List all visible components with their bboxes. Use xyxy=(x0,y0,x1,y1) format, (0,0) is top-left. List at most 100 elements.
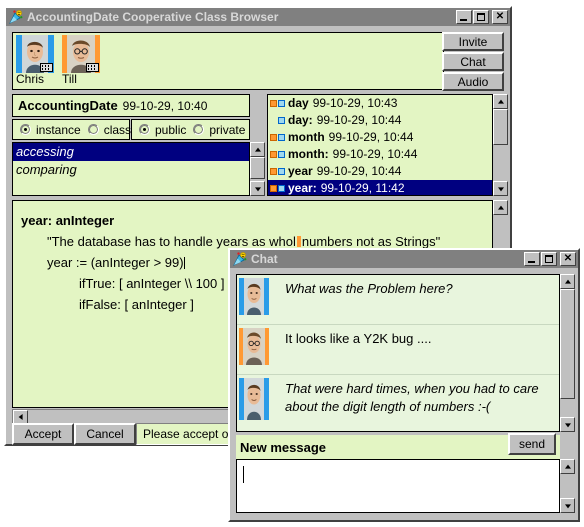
send-button[interactable]: send xyxy=(508,433,556,455)
chat-message: It looks like a Y2K bug .... xyxy=(237,325,559,375)
scroll-up-button[interactable] xyxy=(250,142,265,157)
method-name: day xyxy=(288,96,309,110)
method-visibility-icons xyxy=(270,168,288,175)
minimize-icon[interactable] xyxy=(456,10,472,24)
method-visibility-icons xyxy=(270,117,288,124)
keyboard-icon xyxy=(86,63,99,72)
list-item[interactable]: accessing xyxy=(13,143,249,161)
remote-caret-icon xyxy=(296,236,301,247)
visibility-radio-group: public private xyxy=(131,119,250,140)
avatar[interactable] xyxy=(16,35,54,73)
chat-message-text: It looks like a Y2K bug .... xyxy=(285,331,432,346)
participant-till[interactable]: Till xyxy=(62,35,104,86)
radio-instance[interactable]: instance xyxy=(20,123,81,137)
list-item[interactable]: comparing xyxy=(13,161,249,179)
method-visibility-icons xyxy=(270,185,288,192)
scroll-up-button[interactable] xyxy=(493,200,508,215)
radio-label: instance xyxy=(36,122,81,137)
orange-square-icon xyxy=(270,134,277,141)
chat-window-controls: ✕ xyxy=(523,252,576,266)
main-window-controls: ✕ xyxy=(455,10,508,24)
chat-button[interactable]: Chat xyxy=(442,52,504,71)
avatar xyxy=(239,378,269,420)
list-item[interactable]: month: 99-10-29, 10:44 xyxy=(268,146,492,163)
invite-button[interactable]: Invite xyxy=(442,32,504,51)
orange-square-icon xyxy=(270,100,277,107)
comment-before-caret: "The database has to handle years as who… xyxy=(47,234,296,249)
scroll-thumb[interactable] xyxy=(560,289,575,399)
minimize-icon[interactable] xyxy=(524,252,540,266)
list-item[interactable]: year: 99-10-29, 11:42 xyxy=(268,180,492,195)
audio-button[interactable]: Audio xyxy=(442,72,504,91)
chat-window[interactable]: Chat ✕ What was the Problem here? It loo… xyxy=(228,248,580,522)
radio-dot-icon xyxy=(20,124,31,135)
radio-public[interactable]: public xyxy=(139,123,186,137)
radio-dot-icon xyxy=(87,124,99,135)
blue-square-icon xyxy=(278,117,285,124)
scroll-thumb[interactable] xyxy=(493,109,508,145)
method-list-scrollbar[interactable] xyxy=(493,94,508,196)
maximize-icon[interactable] xyxy=(541,252,557,266)
chat-titlebar[interactable]: Chat ✕ xyxy=(230,250,578,268)
main-titlebar[interactable]: AccountingDate Cooperative Class Browser… xyxy=(6,8,510,26)
method-list[interactable]: day 99-10-29, 10:43 day: 99-10-29, 10:44… xyxy=(267,94,493,196)
radio-class[interactable]: class xyxy=(87,122,132,137)
avatar[interactable] xyxy=(62,35,100,73)
chat-message: That were hard times, when you had to ca… xyxy=(237,375,559,431)
orange-square-icon xyxy=(270,151,277,158)
participants-bar: Chris Till xyxy=(12,32,444,90)
cancel-button[interactable]: Cancel xyxy=(74,423,136,445)
orange-square-icon xyxy=(270,185,277,192)
list-item[interactable]: day: 99-10-29, 10:44 xyxy=(268,112,492,129)
method-signature: year: anInteger xyxy=(21,213,115,228)
main-window-title: AccountingDate Cooperative Class Browser xyxy=(27,10,279,24)
chat-message: What was the Problem here? xyxy=(237,275,559,325)
radio-label: private xyxy=(209,122,246,137)
scroll-left-button[interactable] xyxy=(13,410,28,424)
class-header: AccountingDate 99-10-29, 10:40 xyxy=(12,94,250,117)
method-name: year: xyxy=(288,181,317,195)
scroll-down-button[interactable] xyxy=(560,498,575,513)
blue-square-icon xyxy=(278,134,285,141)
spacer-icon xyxy=(270,117,277,124)
text-caret-icon xyxy=(243,466,244,483)
category-list[interactable]: accessing comparing xyxy=(12,142,250,196)
category-list-scrollbar[interactable] xyxy=(250,142,265,196)
class-timestamp: 99-10-29, 10:40 xyxy=(122,98,208,113)
text-caret-icon xyxy=(183,257,185,269)
scroll-up-button[interactable] xyxy=(560,459,575,474)
blue-square-icon xyxy=(278,151,285,158)
radio-dot-icon xyxy=(139,124,150,135)
close-icon[interactable]: ✕ xyxy=(560,252,576,266)
close-icon[interactable]: ✕ xyxy=(492,10,508,24)
blue-square-icon xyxy=(278,168,285,175)
radio-label: class xyxy=(103,122,132,137)
chat-message-list[interactable]: What was the Problem here? It looks like… xyxy=(236,274,560,432)
scroll-down-button[interactable] xyxy=(493,181,508,196)
scroll-down-button[interactable] xyxy=(250,181,265,196)
method-name: year xyxy=(288,164,313,178)
list-item[interactable]: day 99-10-29, 10:43 xyxy=(268,95,492,112)
scroll-up-button[interactable] xyxy=(560,274,575,289)
method-timestamp: 99-10-29, 11:42 xyxy=(320,181,405,195)
method-name: month: xyxy=(288,147,329,161)
chat-window-title: Chat xyxy=(251,252,278,266)
method-visibility-icons xyxy=(270,100,288,107)
scroll-thumb[interactable] xyxy=(250,157,265,179)
chat-list-scrollbar[interactable] xyxy=(560,274,575,432)
blue-square-icon xyxy=(278,185,285,192)
accept-button[interactable]: Accept xyxy=(12,423,74,445)
method-timestamp: 99-10-29, 10:44 xyxy=(316,113,402,127)
participant-chris[interactable]: Chris xyxy=(16,35,58,86)
maximize-icon[interactable] xyxy=(473,10,489,24)
list-item[interactable]: month 99-10-29, 10:44 xyxy=(268,129,492,146)
keyboard-icon xyxy=(40,63,53,72)
new-message-input[interactable] xyxy=(236,459,560,513)
filter-radios: instance class public private xyxy=(12,119,250,140)
list-item[interactable]: year 99-10-29, 10:44 xyxy=(268,163,492,180)
radio-private[interactable]: private xyxy=(193,123,245,137)
method-visibility-icons xyxy=(270,134,288,141)
new-message-scrollbar[interactable] xyxy=(560,459,575,513)
scroll-up-button[interactable] xyxy=(493,94,508,109)
scroll-down-button[interactable] xyxy=(560,417,575,432)
